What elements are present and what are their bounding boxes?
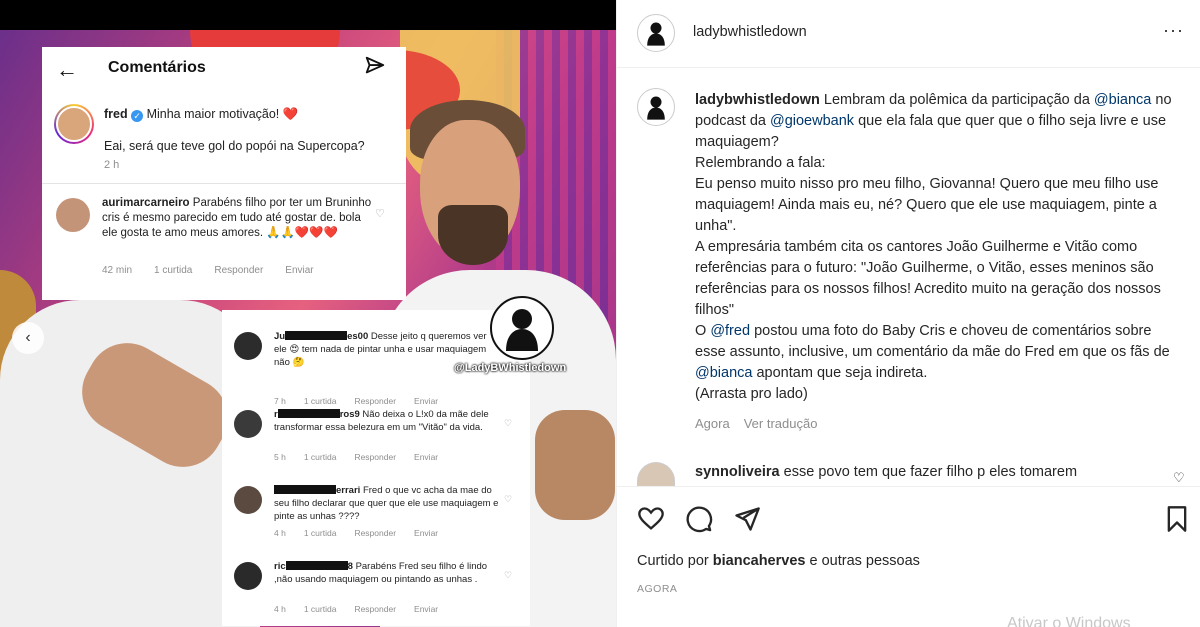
- comment-text: ric 8 Parabéns Fred seu filho é lindo ,nã…: [274, 561, 488, 585]
- comment-text: synnoliveira esse povo tem que fazer fil…: [695, 464, 1078, 480]
- watermark-logo-icon: [490, 296, 554, 360]
- redaction: [285, 331, 348, 340]
- comments-title: Comentários: [108, 59, 206, 76]
- comments-screenshot-top: ← Comentários fred ✓ Minha maior motivaç…: [42, 47, 406, 300]
- mention-link[interactable]: @bianca: [695, 365, 752, 381]
- caption-time: Agora: [695, 416, 730, 431]
- like-heart-icon[interactable]: [637, 505, 665, 533]
- heart-icon: ♡: [375, 208, 385, 220]
- person-right-beard: [438, 205, 508, 265]
- liked-by: Curtido por biancaherves e outras pessoa…: [637, 553, 920, 569]
- post-time: AGORA: [637, 583, 678, 595]
- post-actions: Curtido por biancaherves e outras pessoa…: [617, 486, 1200, 627]
- back-arrow-icon: ←: [56, 57, 78, 82]
- heart-icon: ♡: [504, 570, 513, 580]
- avatar[interactable]: [637, 14, 675, 52]
- comment-user: aurimarcarneiro: [102, 197, 190, 209]
- comment-meta: 4 h1 curtida Responder Enviar: [274, 528, 439, 538]
- comment-time: 42 min: [102, 265, 133, 276]
- post-username[interactable]: ladybwhistledown: [693, 24, 807, 40]
- post-header: ladybwhistledown ···: [617, 0, 1200, 68]
- watermark-text: @LadyBWhistledown: [454, 362, 567, 374]
- post-panel: ladybwhistledown ··· ladybwhistledown Le…: [616, 0, 1200, 627]
- comment-reply: Responder: [214, 265, 264, 276]
- comments-screenshot-bottom: Ju es00 Desse jeito q queremos ver ele 😍 …: [222, 310, 530, 626]
- person-right-arm: [535, 410, 615, 520]
- caption-time: 2 h: [104, 159, 120, 171]
- comment-avatar: [234, 562, 262, 590]
- post-caption: ladybwhistledown Lembram da polêmica da …: [695, 92, 1172, 402]
- comment-avatar: [234, 332, 262, 360]
- comment-avatar: [234, 486, 262, 514]
- comment-meta: 7 h1 curtida Responder Enviar: [274, 396, 439, 406]
- comment-meta: 5 h1 curtida Responder Enviar: [274, 452, 439, 462]
- mention-link[interactable]: @fred: [710, 323, 750, 339]
- caption-user: fred: [104, 107, 128, 121]
- mention-link[interactable]: @bianca: [1094, 92, 1151, 108]
- verified-icon: ✓: [131, 110, 144, 122]
- windows-activation-watermark: Ativar o Windows: [1007, 615, 1131, 627]
- comment-avatar[interactable]: [637, 462, 675, 486]
- comment-avatar: [234, 410, 262, 438]
- comment-avatar: [56, 198, 90, 232]
- caption-avatar[interactable]: [637, 88, 675, 126]
- caption-username[interactable]: ladybwhistledown: [695, 92, 820, 108]
- comment-meta: 4 h1 curtida Responder Enviar: [274, 604, 439, 614]
- see-translation-link[interactable]: Ver tradução: [744, 416, 818, 431]
- carousel-prev-button[interactable]: ‹: [12, 322, 44, 354]
- comment-text: errari Fred o que vc acha da mae do seu …: [274, 485, 499, 522]
- bookmark-icon[interactable]: [1163, 505, 1191, 533]
- comment-likes: 1 curtida: [154, 265, 193, 276]
- comment-send: Enviar: [285, 265, 314, 276]
- share-send-icon[interactable]: [733, 505, 761, 533]
- comment-text: aurimarcarneiro Parabéns filho por ter u…: [102, 196, 374, 241]
- mention-link[interactable]: @gioewbank: [770, 113, 854, 129]
- comment-icon[interactable]: [685, 505, 713, 533]
- caption-meta: Agora Ver tradução: [695, 416, 817, 431]
- comment-meta: 42 min 1 curtida Responder Enviar: [102, 265, 314, 276]
- redaction: [285, 561, 348, 570]
- comment-user[interactable]: synnoliveira: [695, 464, 780, 480]
- divider: [42, 183, 406, 184]
- redaction: [277, 409, 340, 418]
- heart-icon: ♡: [504, 418, 513, 428]
- redaction: [274, 485, 336, 494]
- image-top-bar: [0, 0, 616, 30]
- heart-icon[interactable]: ♡: [1173, 470, 1185, 486]
- comment-text: r ros9 Não deixa o L!x0 da mãe dele trans…: [274, 409, 489, 433]
- more-options-icon[interactable]: ···: [1163, 20, 1184, 41]
- avatar: [54, 104, 94, 144]
- heart-icon: ♡: [504, 494, 513, 504]
- post-image: ‹ ← Comentários fred ✓ Minha maior motiv…: [0, 0, 616, 627]
- caption: fred ✓ Minha maior motivação! ❤️: [104, 107, 298, 122]
- caption-text: Minha maior motivação! ❤️: [146, 107, 299, 121]
- liked-by-user[interactable]: biancaherves: [713, 553, 806, 569]
- caption-question: Eai, será que teve gol do popói na Super…: [104, 139, 365, 153]
- send-icon: [365, 56, 385, 74]
